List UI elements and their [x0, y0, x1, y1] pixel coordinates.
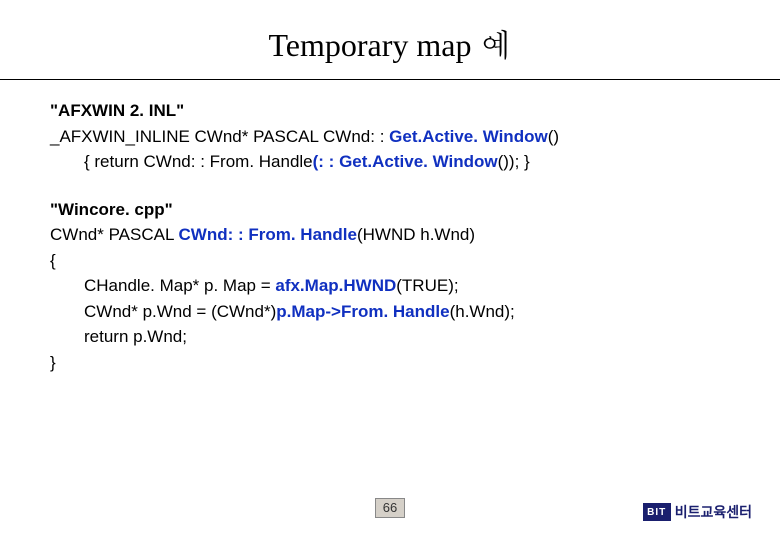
code-line-6: CWnd* p.Wnd = (CWnd*)p.Map->From. Handle… [50, 299, 730, 325]
slide-content: "AFXWIN 2. INL" _AFXWIN_INLINE CWnd* PAS… [0, 80, 780, 375]
code-text: (h.Wnd); [450, 302, 515, 321]
code-line-7: return p.Wnd; [50, 324, 730, 350]
code-line-4: { [50, 248, 730, 274]
code-line-8: } [50, 350, 730, 376]
code-text: { return CWnd: : From. Handle [84, 152, 313, 171]
logo-text: 비트교육센터 [675, 502, 752, 522]
code-text: CWnd* PASCAL [50, 225, 179, 244]
code-line-3: CWnd* PASCAL CWnd: : From. Handle(HWND h… [50, 222, 730, 248]
code-text: _AFXWIN_INLINE CWnd* PASCAL CWnd: : [50, 127, 389, 146]
code-line-2: { return CWnd: : From. Handle(: : Get.Ac… [50, 149, 730, 175]
filename-1: "AFXWIN 2. INL" [50, 98, 730, 124]
filename-2: "Wincore. cpp" [50, 197, 730, 223]
code-text: ()); } [498, 152, 530, 171]
code-highlight: afx.Map.HWND [275, 276, 396, 295]
code-line-5: CHandle. Map* p. Map = afx.Map.HWND(TRUE… [50, 273, 730, 299]
footer-logo: BIT 비트교육센터 [643, 502, 752, 522]
code-text: CHandle. Map* p. Map = [84, 276, 275, 295]
code-text: () [548, 127, 559, 146]
code-text: CWnd* p.Wnd = (CWnd*) [84, 302, 276, 321]
code-text: (TRUE); [396, 276, 458, 295]
code-highlight: (: : Get.Active. Window [313, 152, 498, 171]
code-highlight: p.Map->From. Handle [276, 302, 449, 321]
code-highlight: Get.Active. Window [389, 127, 548, 146]
code-text: (HWND h.Wnd) [357, 225, 475, 244]
code-line-1: _AFXWIN_INLINE CWnd* PASCAL CWnd: : Get.… [50, 124, 730, 150]
logo-icon: BIT [643, 503, 671, 521]
code-highlight: CWnd: : From. Handle [179, 225, 357, 244]
page-number: 66 [375, 498, 405, 518]
slide-title: Temporary map 예 [0, 0, 780, 79]
